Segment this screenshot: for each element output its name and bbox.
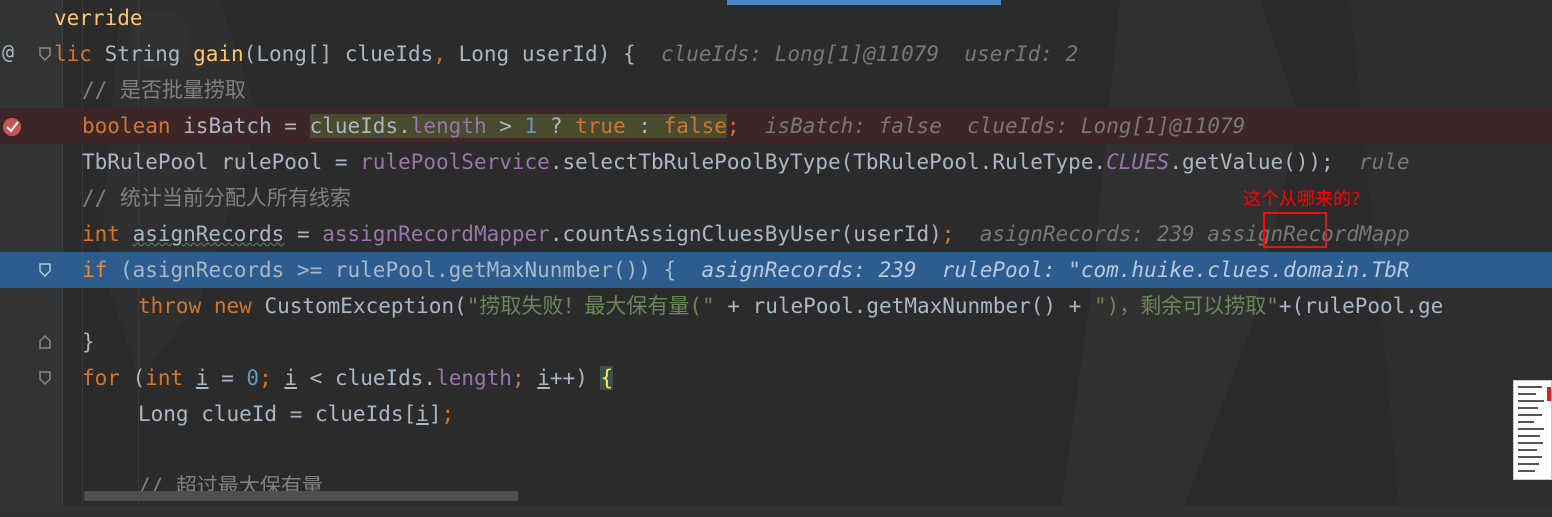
- variable-assign: isBatch =: [183, 114, 310, 138]
- debug-value-239: 239: [1156, 222, 1195, 246]
- closing-brace: }: [82, 330, 95, 354]
- code-line[interactable]: }: [0, 324, 1552, 360]
- code-line[interactable]: @ lic String gain(Long[] clueIds, Long u…: [0, 36, 1552, 72]
- code-line[interactable]: // 是否批量捞取: [0, 72, 1552, 108]
- modifier-keyword: lic: [54, 42, 105, 66]
- fold-icon[interactable]: [38, 370, 52, 386]
- method-params: (Long[] clueIds: [243, 42, 434, 66]
- comma: ,: [433, 42, 446, 66]
- minimap-thumbnail[interactable]: [1513, 380, 1552, 480]
- service-field: rulePoolService: [360, 150, 550, 174]
- fold-icon[interactable]: [38, 334, 52, 350]
- code-text: .selectTbRulePoolByType(TbRulePool.RuleT…: [549, 150, 1107, 174]
- matched-brace: {: [600, 366, 614, 390]
- if-keyword: if: [82, 258, 108, 282]
- type-keyword: int: [82, 222, 133, 246]
- code-text: .countAssignCluesByUser(userId): [549, 222, 942, 246]
- code-text: + rulePool.getMaxNunmber() +: [714, 294, 1094, 318]
- annotation-highlight-box: [1263, 212, 1327, 248]
- code-text: (asignRecords >= rulePool.getMaxNunmber(…: [107, 258, 677, 282]
- method-name: gain: [193, 42, 244, 66]
- code-line[interactable]: [0, 432, 1552, 468]
- loop-variable: i: [537, 366, 550, 390]
- code-comment: // 是否批量捞取: [82, 78, 246, 102]
- variable-name: asignRecords: [132, 222, 285, 246]
- mapper-field: assignRecordMapper: [322, 222, 550, 246]
- loop-variable: i: [416, 402, 429, 426]
- type-keyword: int: [145, 366, 196, 390]
- loop-variable: i: [195, 366, 209, 390]
- inline-debug-hint: isBatch: false clueIds: Long[1]@11079: [764, 114, 1246, 138]
- number-literal: 0: [246, 366, 260, 390]
- loop-variable: i: [284, 366, 298, 390]
- inline-debug-hint: rule: [1359, 150, 1410, 174]
- code-text: TbRulePool rulePool =: [82, 150, 361, 174]
- annotation-text: verride: [54, 6, 143, 30]
- code-line[interactable]: throw new CustomException("捞取失败！最大保有量(" …: [0, 288, 1552, 324]
- code-text: =: [284, 222, 323, 246]
- breakpoint-line[interactable]: boolean isBatch = clueIds.length > 1 ? t…: [0, 108, 1552, 144]
- code-text: ]: [428, 402, 442, 426]
- code-text: .getValue());: [1169, 150, 1334, 174]
- horizontal-scrollbar[interactable]: [0, 506, 1552, 517]
- code-line[interactable]: for (int i = 0; i < clueIds.length; i++)…: [0, 360, 1552, 396]
- inline-debug-hint: asignRecords:: [979, 222, 1157, 246]
- current-execution-line[interactable]: if (asignRecords >= rulePool.getMaxNunmb…: [0, 252, 1552, 288]
- code-comment: // 统计当前分配人所有线索: [82, 186, 351, 210]
- enum-constant: CLUES: [1106, 150, 1170, 174]
- annotation-note: 这个从哪来的?: [1243, 189, 1361, 210]
- code-line[interactable]: Long clueId = clueIds[i];: [0, 396, 1552, 432]
- semicolon: ;: [441, 402, 455, 426]
- inline-debug-hint: clueIds: Long[1]@11079 userId: 2: [660, 42, 1079, 66]
- fold-icon[interactable]: [38, 46, 52, 62]
- return-type: String: [104, 42, 194, 66]
- inline-debug-hint: asignRecords: 239 rulePool: "com.huike.c…: [701, 258, 1410, 282]
- new-keyword: new: [213, 294, 265, 318]
- string-literal: "捞取失败！最大保有量(": [466, 294, 715, 318]
- fold-icon[interactable]: [38, 262, 52, 278]
- length-field: length: [436, 366, 512, 390]
- override-at-icon[interactable]: @: [2, 40, 14, 64]
- string-literal: ")，剩余可以捞取": [1093, 294, 1279, 318]
- code-text: +(rulePool.ge: [1278, 294, 1444, 318]
- selected-expression[interactable]: clueIds.length > 1 ? true : false: [309, 114, 727, 138]
- method-params: Long userId) {: [445, 42, 636, 66]
- semicolon: ;: [726, 114, 740, 138]
- code-line[interactable]: TbRulePool rulePool = rulePoolService.se…: [0, 144, 1552, 180]
- breakpoint-icon[interactable]: [1, 114, 25, 138]
- code-line[interactable]: verride: [0, 0, 1552, 36]
- code-text: CustomException(: [264, 294, 467, 318]
- for-keyword: for: [82, 366, 120, 390]
- semicolon: ;: [941, 222, 955, 246]
- type-keyword: boolean: [82, 114, 184, 138]
- throw-keyword: throw: [138, 294, 214, 318]
- code-text: Long clueId = clueIds[: [138, 402, 417, 426]
- horizontal-scrollbar-thumb[interactable]: [84, 491, 518, 501]
